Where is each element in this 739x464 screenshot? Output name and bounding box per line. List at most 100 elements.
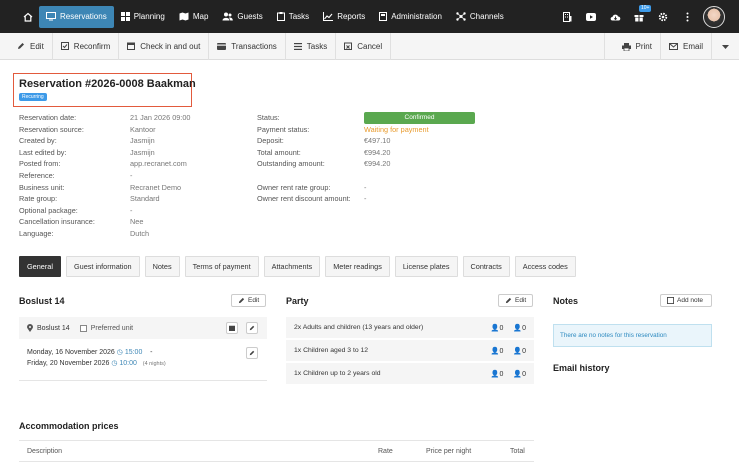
deposit-value: €497.10 [364, 136, 391, 146]
youtube-button[interactable] [579, 0, 603, 33]
stay-dates: Monday, 16 November 2026 ◷ 15:00 - Frida… [27, 347, 166, 370]
gift-icon [634, 14, 644, 21]
outstanding-amount-label: Outstanding amount: [257, 159, 325, 169]
nav-reservations-label: Reservations [60, 12, 107, 21]
nav-map[interactable]: Map [172, 6, 216, 28]
calendar-icon [229, 325, 235, 331]
no-notes-alert: There are no notes for this reservation [553, 324, 712, 347]
party-section-title: Party [286, 296, 309, 306]
status-label: Status: [257, 113, 280, 122]
total-amount-value: €994.20 [364, 147, 391, 157]
add-note-label: Add note [677, 297, 704, 304]
tab-contracts[interactable]: Contracts [462, 256, 510, 277]
party-row: 2x Adults and children (13 years and old… [286, 317, 534, 338]
add-note-button[interactable]: Add note [660, 294, 712, 307]
reservation-details-left: Reservation date: 21 Jan 2026 09:00 Reserv… [19, 112, 190, 240]
nav-guests[interactable]: Guests [215, 6, 269, 28]
youtube-icon [586, 12, 596, 21]
party-edit-label: Edit [515, 297, 527, 304]
unit-edit-label: Edit [248, 297, 260, 304]
arrival-date: Monday, 16 November 2026 [27, 349, 115, 356]
tab-guest-information[interactable]: Guest information [65, 256, 140, 277]
building-button[interactable] [555, 0, 579, 33]
nav-administration-label: Administration [391, 12, 442, 21]
tasks-button[interactable]: Tasks [286, 32, 337, 60]
reconfirm-button[interactable]: Reconfirm [53, 32, 120, 60]
pencil-icon [238, 297, 245, 304]
edit-button[interactable]: Edit [0, 32, 53, 60]
calendar-x-icon [344, 42, 353, 50]
count-b: 0 [522, 370, 526, 378]
unit-row-edit-button[interactable] [246, 322, 258, 334]
print-label: Print [635, 42, 652, 51]
nav-channels-label: Channels [469, 12, 504, 21]
detail-label: Rate group: [19, 194, 58, 204]
detail-value: 21 Jan 2026 09:00 [130, 113, 191, 122]
party-row-label: 2x Adults and children (13 years and old… [294, 324, 424, 331]
clock-icon: ◷ [116, 349, 123, 356]
user-icon: 👤 [513, 347, 523, 355]
nav-reports[interactable]: Reports [316, 6, 372, 28]
user-other-count: 👤0 [513, 370, 526, 378]
tab-terms-of-payment[interactable]: Terms of payment [184, 256, 259, 277]
detail-label: Reservation date: [19, 113, 77, 122]
gear-icon [658, 12, 668, 21]
transactions-button[interactable]: Transactions [209, 32, 286, 60]
tab-license-plates[interactable]: License plates [394, 256, 458, 277]
owner-rent-discount-value: - [364, 194, 367, 204]
tab-notes[interactable]: Notes [144, 256, 180, 277]
grid-icon [120, 12, 130, 21]
tab-general[interactable]: General [19, 256, 61, 277]
more-menu-button[interactable] [675, 0, 699, 33]
gift-button[interactable]: 10+ [627, 0, 652, 33]
settings-button[interactable] [651, 0, 675, 33]
detail-label: Business unit: [19, 182, 65, 192]
home-button[interactable] [17, 6, 39, 28]
reservation-title-box: Reservation #2026-0008 Baakman Recurring [13, 73, 196, 107]
email-button[interactable]: Email [659, 33, 711, 60]
nav-channels[interactable]: Channels [449, 6, 511, 28]
list-icon [293, 42, 302, 50]
detail-value: Kantoor [130, 124, 156, 134]
tasks-label: Tasks [306, 41, 328, 51]
party-row-counts: 👤0 👤0 [491, 370, 526, 378]
party-row: 1x Children aged 3 to 12 👤0 👤0 [286, 340, 534, 361]
nav-tasks[interactable]: Tasks [270, 6, 316, 28]
unit-divider [19, 380, 267, 381]
arrival-time: 15:00 [124, 349, 143, 356]
preferred-unit-label: Preferred unit [90, 324, 134, 332]
detail-row: Reference: - [19, 170, 190, 182]
check-in-out-button[interactable]: Check in and out [119, 32, 210, 60]
party-edit-button[interactable]: Edit [498, 294, 534, 307]
party-row: 1x Children up to 2 years old 👤0 👤0 [286, 363, 534, 384]
nav-planning[interactable]: Planning [114, 6, 172, 28]
pencil-icon [249, 325, 255, 331]
toolbar-right: Print Email [603, 33, 739, 60]
user-check-count: 👤0 [491, 324, 504, 332]
unit-calendar-button[interactable] [226, 322, 238, 334]
detail-label: Last edited by: [19, 147, 67, 157]
tab-meter-readings[interactable]: Meter readings [325, 256, 390, 277]
nav-reservations[interactable]: Reservations [39, 5, 114, 28]
nights-count: (4 nights) [142, 361, 166, 367]
user-avatar[interactable] [703, 5, 725, 28]
col-total: Total [510, 448, 525, 455]
map-pin-icon [27, 324, 33, 332]
preferred-unit-checkbox[interactable] [79, 324, 87, 332]
cloud-button[interactable] [603, 0, 627, 33]
detail-row: Cancellation insurance: Nee [19, 216, 190, 228]
more-actions-dropdown[interactable] [711, 33, 739, 60]
prices-header-bottom-line [19, 461, 534, 462]
tab-access-codes[interactable]: Access codes [514, 256, 576, 277]
nav-administration[interactable]: Administration [372, 6, 449, 28]
detail-label: Posted from: [19, 159, 61, 169]
print-button[interactable]: Print [603, 33, 660, 60]
deposit-label: Deposit: [257, 136, 284, 146]
dates-edit-button[interactable] [246, 347, 258, 359]
unit-edit-button[interactable]: Edit [231, 294, 267, 307]
cancel-button[interactable]: Cancel [336, 32, 392, 60]
tab-attachments[interactable]: Attachments [263, 256, 321, 277]
email-history-title: Email history [553, 363, 610, 373]
check-square-icon [60, 42, 69, 50]
calendar-icon [127, 42, 136, 50]
